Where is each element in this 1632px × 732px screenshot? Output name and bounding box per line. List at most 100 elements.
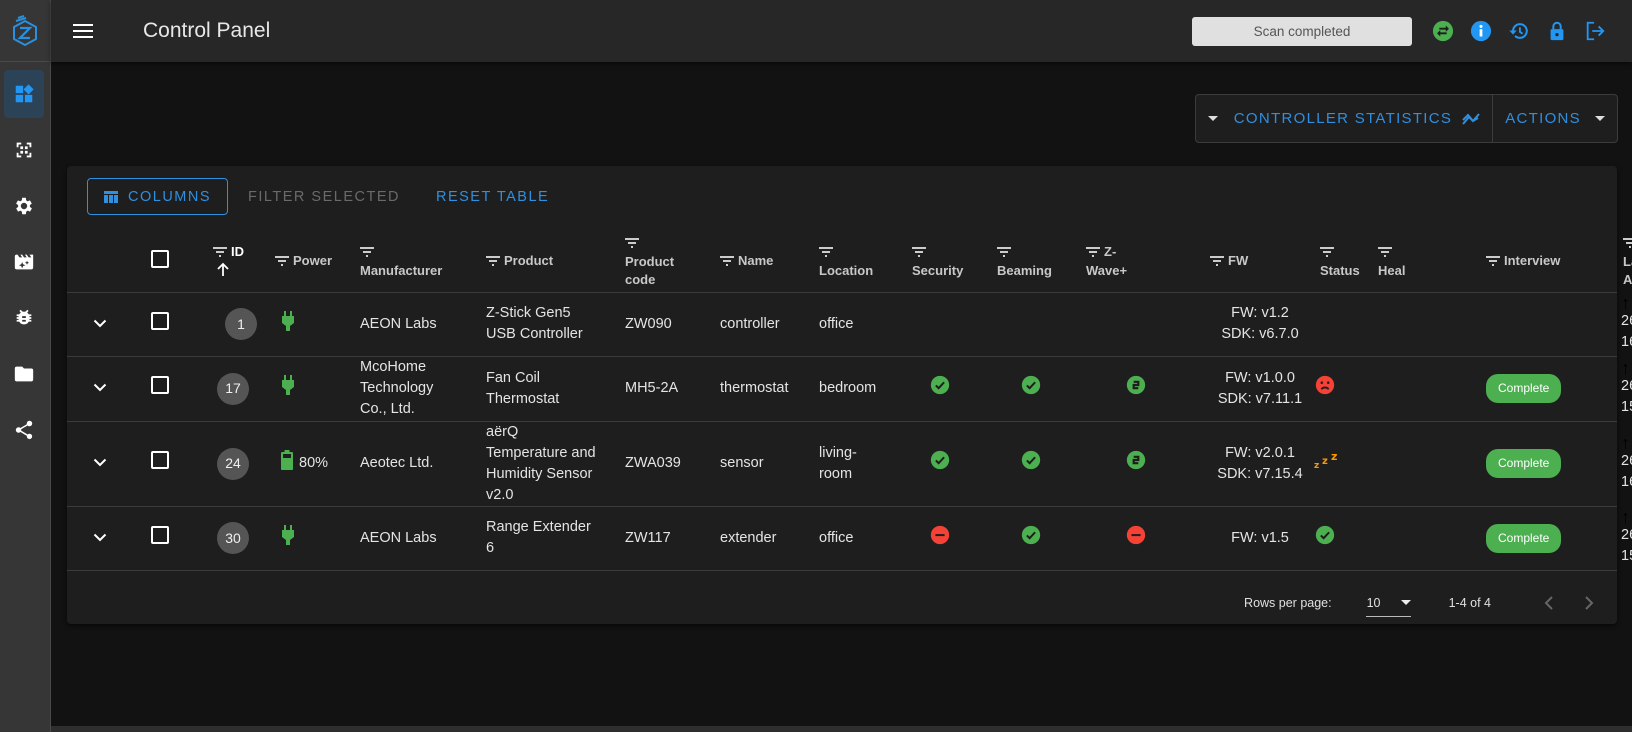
share-icon bbox=[15, 420, 33, 440]
filter-icon[interactable] bbox=[912, 244, 926, 262]
filter-icon[interactable] bbox=[997, 244, 1011, 262]
check-circle-icon bbox=[1020, 525, 1042, 550]
filter-icon[interactable] bbox=[625, 235, 639, 253]
caret-down-icon bbox=[1207, 115, 1218, 121]
filter-icon[interactable] bbox=[1320, 244, 1334, 262]
location-cell: office bbox=[815, 506, 908, 571]
select-all-checkbox[interactable] bbox=[151, 250, 169, 269]
horizontal-scrollbar[interactable] bbox=[51, 726, 1632, 732]
header-product-code[interactable]: Product code bbox=[621, 232, 716, 293]
sidebar-item-store[interactable] bbox=[4, 350, 44, 398]
zwave-plus-cell bbox=[1082, 356, 1198, 422]
power-cell bbox=[271, 506, 356, 571]
table-row[interactable]: 1 AEON Labs Z-Stick Gen5 USB Controller ZW09… bbox=[67, 292, 1632, 357]
filter-icon[interactable] bbox=[213, 244, 227, 262]
node-id-badge: 1 bbox=[225, 308, 257, 340]
sidebar-item-settings[interactable] bbox=[4, 182, 44, 230]
filter-icon[interactable] bbox=[819, 244, 833, 262]
row-checkbox[interactable] bbox=[151, 376, 169, 394]
filter-icon[interactable] bbox=[275, 253, 289, 271]
sidebar-item-scenes[interactable] bbox=[4, 238, 44, 286]
id-cell: 1 bbox=[197, 292, 271, 357]
table-header-row: ID Power Manufacturer Product Product cod… bbox=[67, 232, 1632, 293]
header-security[interactable]: Security bbox=[908, 232, 993, 293]
sidebar-item-mesh[interactable] bbox=[4, 406, 44, 454]
expand-row-button[interactable] bbox=[93, 453, 107, 474]
menu-button[interactable] bbox=[69, 17, 97, 45]
table-row[interactable]: 17 McoHome Technology Co., Ltd. Fan Coil Ther… bbox=[67, 356, 1632, 422]
row-checkbox[interactable] bbox=[151, 311, 169, 330]
scan-status: Scan completed bbox=[1192, 16, 1412, 46]
filter-icon[interactable] bbox=[1486, 253, 1500, 271]
widgets-icon bbox=[15, 84, 34, 103]
sidebar-item-debug[interactable] bbox=[4, 294, 44, 342]
inclusion-status-button[interactable] bbox=[1424, 12, 1462, 50]
columns-button[interactable]: COLUMNS bbox=[87, 178, 229, 215]
header-product[interactable]: Product bbox=[482, 232, 621, 293]
filter-icon[interactable] bbox=[1378, 244, 1392, 262]
sort-ascending-icon[interactable] bbox=[217, 262, 229, 279]
sidebar-item-control-panel[interactable] bbox=[4, 70, 44, 118]
header-status[interactable]: Status bbox=[1310, 232, 1374, 293]
filter-icon[interactable] bbox=[1623, 235, 1632, 253]
header-beaming[interactable]: Beaming bbox=[993, 232, 1082, 293]
header-name[interactable]: Name bbox=[716, 232, 815, 293]
hamburger-menu-icon bbox=[73, 24, 93, 38]
id-cell: 24 bbox=[197, 421, 271, 507]
controller-statistics-label: CONTROLLER STATISTICS bbox=[1233, 110, 1453, 127]
reset-table-button[interactable]: RESET TABLE bbox=[420, 178, 565, 215]
beaming-cell bbox=[993, 356, 1082, 422]
logout-icon bbox=[1586, 21, 1605, 41]
status-asleep-icon: zzz bbox=[1314, 450, 1340, 474]
header-id[interactable]: ID bbox=[197, 232, 271, 293]
header-fw[interactable]: FW bbox=[1198, 232, 1310, 293]
check-circle-icon bbox=[1020, 375, 1042, 400]
previous-page-button[interactable] bbox=[1529, 596, 1569, 610]
header-manufacturer[interactable]: Manufacturer bbox=[356, 232, 482, 293]
header-zwave-plus[interactable]: Z- Wave+ bbox=[1082, 232, 1198, 293]
select-cell bbox=[123, 292, 197, 357]
expand-row-button[interactable] bbox=[93, 528, 107, 549]
name-cell: thermostat bbox=[716, 356, 815, 422]
rows-per-page-select[interactable]: 10 bbox=[1365, 589, 1411, 617]
header-interview[interactable]: Interview bbox=[1482, 232, 1617, 293]
table-row[interactable]: 30 AEON Labs Range Extender 6 ZW117 extender o… bbox=[67, 506, 1632, 571]
next-page-button[interactable] bbox=[1569, 596, 1609, 610]
select-cell bbox=[123, 421, 197, 507]
svg-text:z: z bbox=[1322, 456, 1328, 467]
lock-button[interactable] bbox=[1538, 12, 1576, 50]
row-checkbox[interactable] bbox=[151, 525, 169, 544]
info-button[interactable] bbox=[1462, 12, 1500, 50]
sidebar-item-smart-start[interactable] bbox=[4, 126, 44, 174]
actions-button[interactable]: ACTIONS bbox=[1492, 95, 1617, 142]
app-logo[interactable] bbox=[0, 0, 50, 62]
name-cell: sensor bbox=[716, 421, 815, 507]
history-icon bbox=[1509, 23, 1528, 39]
power-cell bbox=[271, 356, 356, 422]
filter-icon[interactable] bbox=[720, 253, 734, 271]
controller-statistics-button[interactable]: CONTROLLER STATISTICS bbox=[1196, 95, 1492, 142]
product-code-cell: ZW090 bbox=[621, 292, 716, 357]
product-code-cell: ZW117 bbox=[621, 506, 716, 571]
expand-row-button[interactable] bbox=[93, 314, 107, 335]
chevron-left-icon bbox=[1544, 596, 1553, 610]
filter-icon[interactable] bbox=[1086, 244, 1100, 262]
id-cell: 17 bbox=[197, 356, 271, 422]
filter-icon[interactable] bbox=[486, 253, 500, 271]
filter-icon[interactable] bbox=[360, 244, 374, 262]
security-cell bbox=[908, 506, 993, 571]
logout-button[interactable] bbox=[1576, 12, 1614, 50]
history-button[interactable] bbox=[1500, 12, 1538, 50]
expand-row-button[interactable] bbox=[93, 378, 107, 399]
heal-cell bbox=[1374, 506, 1482, 571]
header-power[interactable]: Power bbox=[271, 232, 356, 293]
beaming-cell bbox=[993, 506, 1082, 571]
row-checkbox[interactable] bbox=[151, 451, 169, 469]
header-heal[interactable]: Heal bbox=[1374, 232, 1482, 293]
status-dead-icon bbox=[1314, 375, 1336, 400]
header-location[interactable]: Location bbox=[815, 232, 908, 293]
table-row[interactable]: 24 80% Aeotec Ltd. aërQ Temperature and Humid… bbox=[67, 421, 1632, 507]
filter-icon[interactable] bbox=[1210, 253, 1224, 271]
lock-icon bbox=[1550, 21, 1564, 41]
node-id-badge: 30 bbox=[217, 522, 249, 554]
